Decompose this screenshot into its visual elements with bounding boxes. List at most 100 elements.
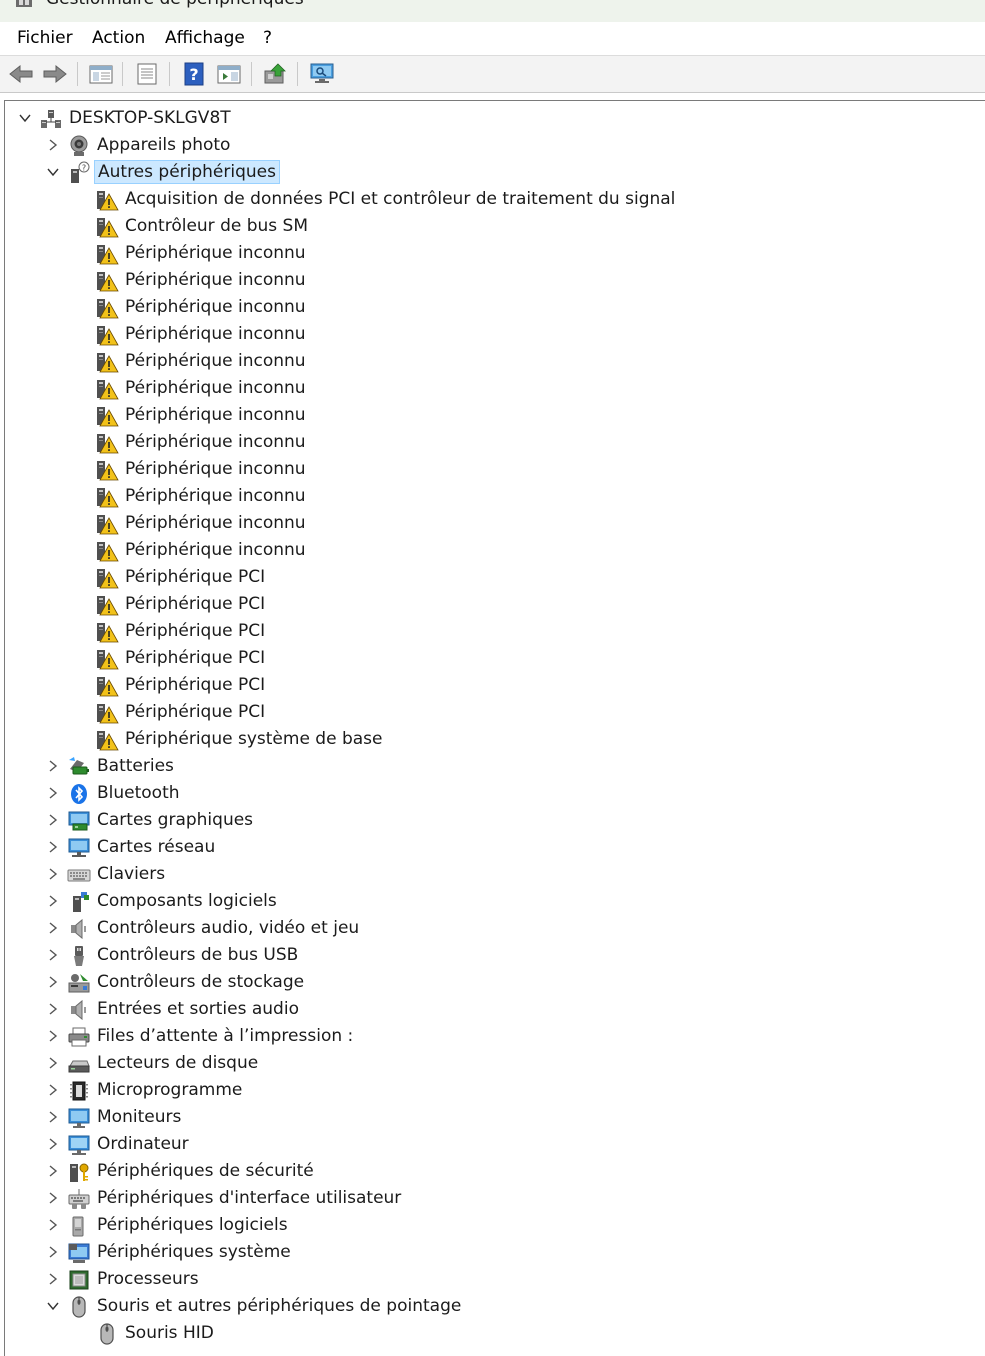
tree-item[interactable]: Périphérique inconnu: [5, 537, 980, 564]
chevron-right-icon[interactable]: [45, 1216, 61, 1234]
tree-item[interactable]: Périphériques de sécurité: [5, 1158, 980, 1185]
chevron-right-icon[interactable]: [45, 784, 61, 802]
tree-item[interactable]: Périphériques logiciels: [5, 1212, 980, 1239]
tree-item[interactable]: Contrôleurs de bus USB: [5, 942, 980, 969]
chevron-right-icon[interactable]: [45, 892, 61, 910]
tree-item[interactable]: Microprogramme: [5, 1077, 980, 1104]
warning-device-icon: [95, 674, 119, 698]
chevron-right-icon[interactable]: [45, 1189, 61, 1207]
tree-item[interactable]: Contrôleurs de stockage: [5, 969, 980, 996]
tree-item[interactable]: Périphérique inconnu: [5, 510, 980, 537]
tree-item[interactable]: Périphérique PCI: [5, 618, 980, 645]
computer-icon: [67, 1133, 91, 1157]
tree-item[interactable]: Souris et autres périphériques de pointa…: [5, 1293, 980, 1320]
tree-item[interactable]: Périphérique PCI: [5, 591, 980, 618]
chevron-right-icon[interactable]: [45, 865, 61, 883]
display-adapter-icon: [67, 809, 91, 833]
properties-icon[interactable]: [134, 62, 160, 86]
tree-item[interactable]: Périphérique inconnu: [5, 456, 980, 483]
tree-item[interactable]: Contrôleurs audio, vidéo et jeu: [5, 915, 980, 942]
chevron-right-icon[interactable]: [45, 136, 61, 154]
tree-item[interactable]: Cartes graphiques: [5, 807, 980, 834]
show-hide-console-tree-icon[interactable]: [88, 62, 114, 86]
menu-action[interactable]: Action: [90, 28, 147, 48]
chevron-down-icon[interactable]: [45, 1297, 61, 1315]
chevron-down-icon[interactable]: [17, 109, 33, 127]
tree-item[interactable]: Périphérique PCI: [5, 672, 980, 699]
tree-item[interactable]: Acquisition de données PCI et contrôleur…: [5, 186, 980, 213]
tree-item[interactable]: Appareils photo: [5, 132, 980, 159]
tree-item-label: Souris et autres périphériques de pointa…: [97, 1296, 462, 1316]
warning-device-icon: [95, 350, 119, 374]
update-driver-icon[interactable]: [262, 62, 288, 86]
tree-item[interactable]: Périphériques d'interface utilisateur: [5, 1185, 980, 1212]
tree-item[interactable]: DESKTOP-SKLGV8T: [5, 105, 980, 132]
tree-item[interactable]: Claviers: [5, 861, 980, 888]
chevron-right-icon[interactable]: [45, 1108, 61, 1126]
tree-item[interactable]: ? Autres périphériques: [5, 159, 980, 186]
chevron-right-icon[interactable]: [45, 973, 61, 991]
chevron-right-icon[interactable]: [45, 1243, 61, 1261]
tree-item[interactable]: Périphérique inconnu: [5, 267, 980, 294]
help-icon[interactable]: ?: [181, 62, 207, 86]
tree-item-label: Périphériques d'interface utilisateur: [97, 1188, 402, 1208]
tree-item[interactable]: Périphérique inconnu: [5, 402, 980, 429]
tree-item[interactable]: Périphérique inconnu: [5, 375, 980, 402]
chevron-right-icon[interactable]: [45, 1027, 61, 1045]
processor-icon: [67, 1268, 91, 1292]
menu-help[interactable]: ?: [261, 28, 274, 48]
tree-item[interactable]: Périphérique inconnu: [5, 348, 980, 375]
title-bar: Gestionnaire de périphériques: [0, 0, 985, 22]
action-pane-icon[interactable]: [216, 62, 242, 86]
chevron-right-icon[interactable]: [45, 1135, 61, 1153]
chevron-right-icon[interactable]: [45, 946, 61, 964]
menu-affichage[interactable]: Affichage: [163, 28, 247, 48]
chevron-right-icon[interactable]: [45, 757, 61, 775]
menu-fichier[interactable]: Fichier: [15, 28, 75, 48]
tree-item[interactable]: Périphérique PCI: [5, 699, 980, 726]
tree-item-label: Périphérique inconnu: [125, 378, 306, 398]
tree-item[interactable]: Périphérique PCI: [5, 645, 980, 672]
chevron-right-icon[interactable]: [45, 838, 61, 856]
tree-item-label: Périphérique inconnu: [125, 351, 306, 371]
chevron-right-icon[interactable]: [45, 919, 61, 937]
tree-item[interactable]: Lecteurs de disque: [5, 1050, 980, 1077]
tree-item[interactable]: Périphérique inconnu: [5, 483, 980, 510]
chevron-right-icon[interactable]: [45, 811, 61, 829]
tree-item[interactable]: Bluetooth: [5, 780, 980, 807]
tree-item-label: Périphérique inconnu: [125, 513, 306, 533]
chevron-right-icon[interactable]: [45, 1000, 61, 1018]
tree-item[interactable]: Entrées et sorties audio: [5, 996, 980, 1023]
chevron-right-icon[interactable]: [45, 1081, 61, 1099]
tree-item[interactable]: Processeurs: [5, 1266, 980, 1293]
back-icon[interactable]: [8, 62, 34, 86]
tree-item[interactable]: Périphérique système de base: [5, 726, 980, 753]
tree-item-label: Périphérique inconnu: [125, 270, 306, 290]
scan-hardware-changes-icon[interactable]: [309, 62, 335, 86]
chevron-right-icon[interactable]: [45, 1270, 61, 1288]
tree-item[interactable]: Batteries: [5, 753, 980, 780]
tree-item[interactable]: Cartes réseau: [5, 834, 980, 861]
warning-device-icon: [95, 566, 119, 590]
tree-item-label: Bluetooth: [97, 783, 180, 803]
tree-item[interactable]: Composants logiciels: [5, 888, 980, 915]
tree-item[interactable]: Files d’attente à l’impression :: [5, 1023, 980, 1050]
tree-item[interactable]: Périphérique inconnu: [5, 429, 980, 456]
tree-item[interactable]: Périphérique inconnu: [5, 321, 980, 348]
forward-icon[interactable]: [42, 62, 68, 86]
tree-item[interactable]: Contrôleur de bus SM: [5, 213, 980, 240]
tree-item[interactable]: Périphériques système: [5, 1239, 980, 1266]
printer-icon: [67, 1025, 91, 1049]
tree-item[interactable]: Ordinateur: [5, 1131, 980, 1158]
chevron-down-icon[interactable]: [45, 163, 61, 181]
tree-item[interactable]: Périphérique PCI: [5, 564, 980, 591]
keyboard-icon: [67, 863, 91, 887]
chevron-right-icon[interactable]: [45, 1162, 61, 1180]
mouse-icon: [67, 1295, 91, 1319]
tree-item[interactable]: Souris HID: [5, 1320, 980, 1347]
tree-item[interactable]: Périphérique inconnu: [5, 240, 980, 267]
chevron-right-icon[interactable]: [45, 1054, 61, 1072]
tree-item[interactable]: Périphérique inconnu: [5, 294, 980, 321]
tree-item[interactable]: Moniteurs: [5, 1104, 980, 1131]
system-device-icon: [67, 1241, 91, 1265]
